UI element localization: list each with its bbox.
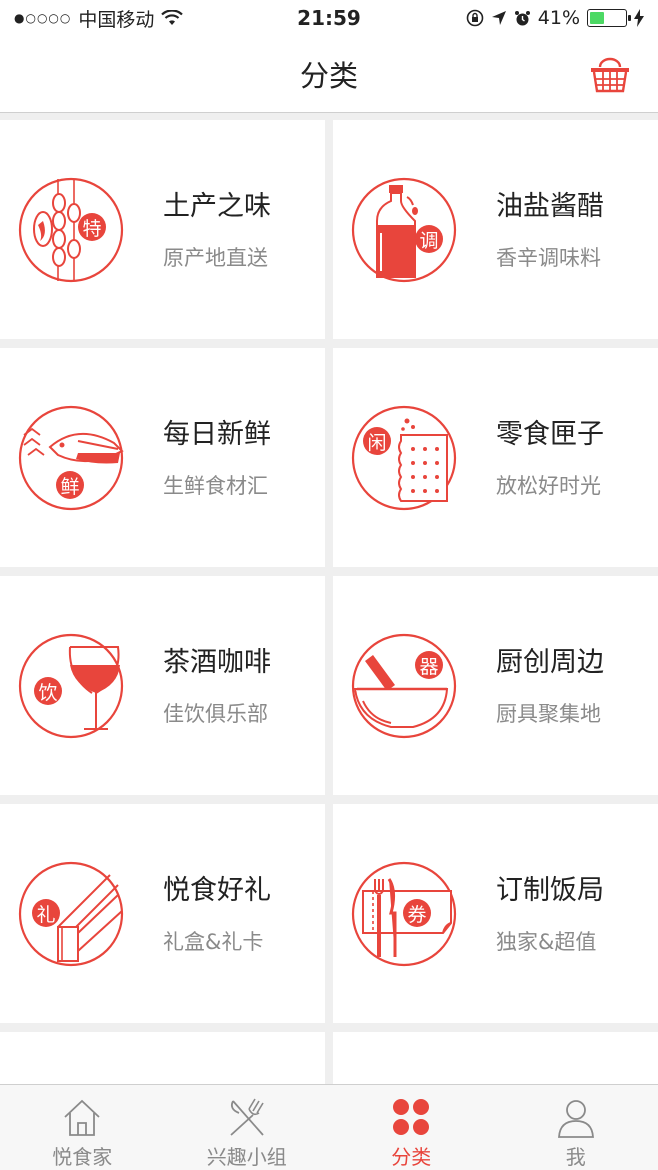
category-card-partial[interactable] bbox=[333, 1032, 658, 1092]
category-title: 茶酒咖啡 bbox=[163, 647, 271, 678]
category-card-partial[interactable] bbox=[0, 1032, 325, 1092]
fork-knife-icon bbox=[230, 1098, 264, 1136]
basket-button[interactable] bbox=[588, 55, 632, 95]
status-right: 41% bbox=[466, 7, 644, 29]
tab-me[interactable]: 我 bbox=[494, 1085, 658, 1170]
cracker-icon: 闲 bbox=[351, 405, 457, 511]
category-title: 每日新鲜 bbox=[163, 419, 271, 450]
category-badge: 特 bbox=[82, 218, 102, 240]
category-subtitle: 礼盒&礼卡 bbox=[163, 930, 264, 954]
category-card-seasoning[interactable]: 调 油盐酱醋 香辛调味料 bbox=[333, 120, 658, 339]
category-card-local-produce[interactable]: 特 土产之味 原产地直送 bbox=[0, 120, 325, 339]
category-title: 土产之味 bbox=[163, 191, 271, 222]
mortar-pestle-icon: 器 bbox=[351, 633, 457, 739]
tab-interest-groups[interactable]: 兴趣小组 bbox=[165, 1085, 330, 1170]
category-card-fresh[interactable]: 鲜 每日新鲜 生鲜食材汇 bbox=[0, 348, 325, 567]
category-subtitle: 独家&超值 bbox=[496, 930, 597, 954]
gift-box-icon: 礼 bbox=[18, 861, 124, 967]
carrier-label: 中国移动 bbox=[78, 8, 155, 31]
basket-icon bbox=[591, 57, 629, 93]
category-badge: 礼 bbox=[36, 904, 56, 926]
category-subtitle: 佳饮俱乐部 bbox=[163, 702, 268, 726]
category-title: 零食匣子 bbox=[496, 419, 604, 450]
status-left: ●○○○○ 中国移动 bbox=[14, 5, 184, 32]
profile-icon bbox=[557, 1100, 594, 1138]
tab-label: 分类 bbox=[391, 1145, 432, 1169]
local-produce-icon: 特 bbox=[18, 177, 124, 283]
category-card-kitchenware[interactable]: 器 厨创周边 厨具聚集地 bbox=[333, 576, 658, 795]
category-card-drinks[interactable]: 饮 茶酒咖啡 佳饮俱乐部 bbox=[0, 576, 325, 795]
dining-coupon-icon: 券 bbox=[351, 861, 457, 967]
category-subtitle: 生鲜食材汇 bbox=[163, 474, 268, 498]
wine-glass-icon: 饮 bbox=[18, 633, 124, 739]
category-dots-icon bbox=[393, 1099, 430, 1135]
category-subtitle: 原产地直送 bbox=[163, 246, 268, 270]
category-title: 油盐酱醋 bbox=[496, 191, 604, 222]
tab-label: 兴趣小组 bbox=[206, 1145, 287, 1169]
category-title: 厨创周边 bbox=[496, 647, 604, 678]
alarm-clock-icon bbox=[514, 10, 530, 25]
battery-fill bbox=[590, 12, 604, 24]
tab-bar: 悦食家 兴趣小组 分类 我 bbox=[0, 1084, 658, 1170]
page-title: 分类 bbox=[299, 59, 358, 93]
seasoning-bottle-icon: 调 bbox=[351, 177, 457, 283]
category-title: 悦食好礼 bbox=[163, 875, 271, 906]
category-badge: 调 bbox=[419, 230, 439, 252]
battery-icon bbox=[587, 9, 631, 27]
location-arrow-icon bbox=[491, 11, 506, 25]
status-bar: ●○○○○ 中国移动 21:59 41% bbox=[0, 0, 658, 36]
category-title: 订制饭局 bbox=[496, 875, 604, 906]
tab-home[interactable]: 悦食家 bbox=[0, 1085, 165, 1170]
nav-bar: 分类 bbox=[0, 36, 658, 113]
home-icon bbox=[64, 1099, 100, 1136]
category-badge: 饮 bbox=[38, 682, 58, 704]
category-subtitle: 厨具聚集地 bbox=[496, 702, 601, 726]
battery-percent: 41% bbox=[537, 7, 580, 29]
category-badge: 鲜 bbox=[60, 476, 80, 498]
signal-strength-icon: ●○○○○ bbox=[14, 11, 72, 25]
category-card-snacks[interactable]: 闲 零食匣子 放松好时光 bbox=[333, 348, 658, 567]
category-card-dining[interactable]: 券 订制饭局 独家&超值 bbox=[333, 804, 658, 1023]
category-badge: 器 bbox=[419, 656, 439, 678]
tab-label: 我 bbox=[565, 1145, 586, 1169]
category-badge: 闲 bbox=[367, 432, 387, 454]
charging-bolt-icon bbox=[634, 9, 644, 27]
tab-categories[interactable]: 分类 bbox=[329, 1085, 494, 1170]
wifi-icon bbox=[161, 10, 184, 25]
fish-icon: 鲜 bbox=[18, 405, 124, 511]
category-subtitle: 香辛调味料 bbox=[496, 246, 601, 270]
category-subtitle: 放松好时光 bbox=[496, 474, 601, 498]
category-card-gifts[interactable]: 礼 悦食好礼 礼盒&礼卡 bbox=[0, 804, 325, 1023]
category-badge: 券 bbox=[407, 904, 427, 926]
tab-label: 悦食家 bbox=[52, 1145, 113, 1169]
rotation-lock-icon bbox=[466, 9, 484, 27]
